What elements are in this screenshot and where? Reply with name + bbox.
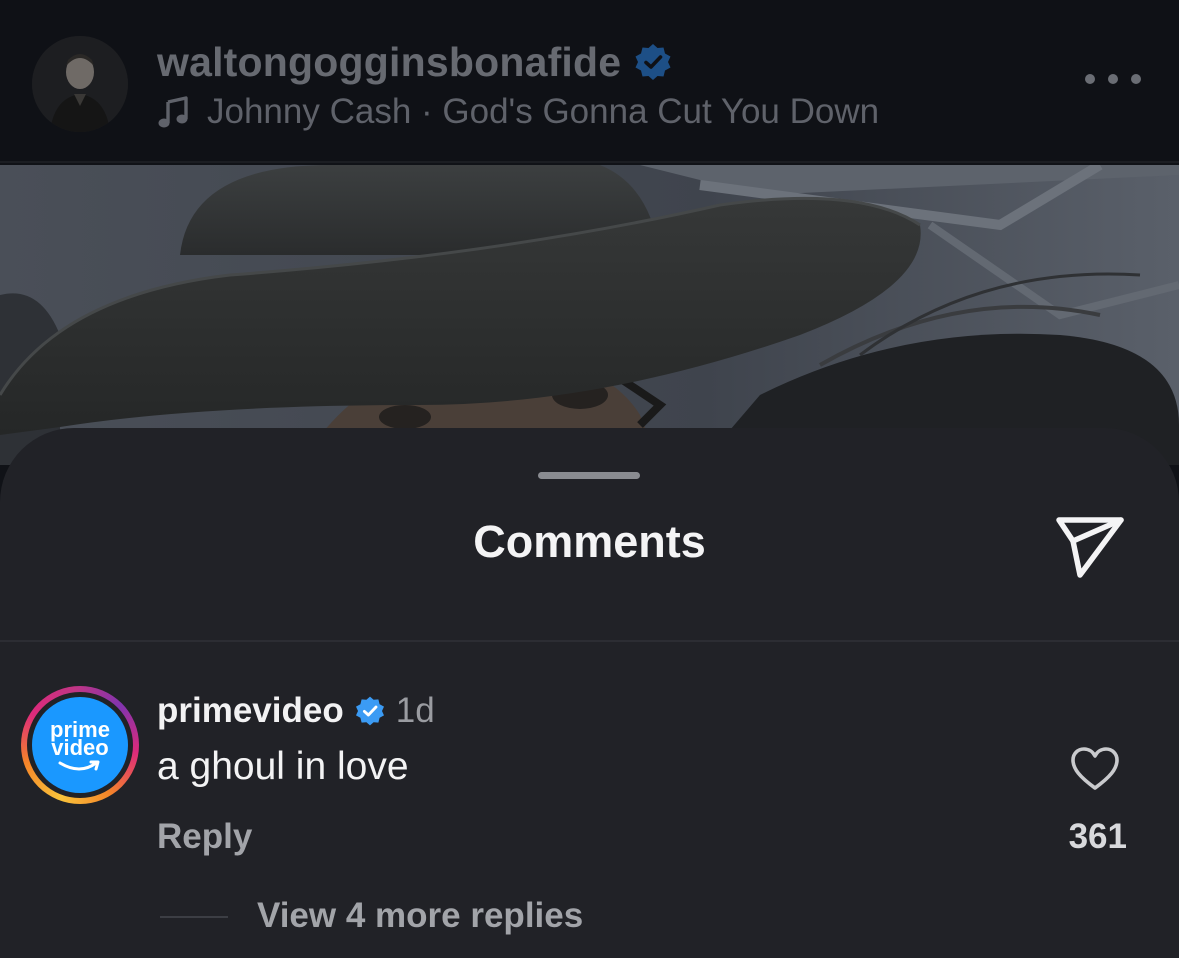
send-icon[interactable] <box>1054 514 1126 580</box>
smile-arrow-icon <box>58 760 100 771</box>
comment-meta: primevideo 1d <box>157 686 435 736</box>
poster-avatar[interactable] <box>32 36 128 132</box>
prime-video-logo: prime video <box>32 697 128 793</box>
sheet-divider <box>0 640 1179 642</box>
more-options-icon[interactable] <box>1085 66 1141 92</box>
like-count: 361 <box>1068 817 1127 856</box>
avatar-brand-line2: video <box>51 735 109 760</box>
comments-sheet: Comments prime video primevideo 1d a gho… <box>0 428 1179 958</box>
post-header: waltongogginsbonafide Johnny Cash · God'… <box>0 0 1179 163</box>
poster-username[interactable]: waltongogginsbonafide <box>157 39 621 86</box>
sheet-drag-handle[interactable] <box>538 472 640 479</box>
poster-username-row: waltongogginsbonafide <box>157 36 673 88</box>
replies-divider-line <box>160 916 228 918</box>
commenter-avatar[interactable]: prime video <box>21 686 139 804</box>
music-note-icon <box>158 96 188 128</box>
post-image[interactable] <box>0 165 1179 465</box>
comment-text: a ghoul in love <box>157 745 409 788</box>
screen: waltongogginsbonafide Johnny Cash · God'… <box>0 0 1179 958</box>
verified-badge-icon <box>635 44 671 80</box>
verified-badge-icon <box>355 696 384 726</box>
heart-icon[interactable] <box>1070 746 1120 792</box>
track-name: Johnny Cash · God's Gonna Cut You Down <box>207 92 880 131</box>
commenter-username[interactable]: primevideo <box>157 691 344 731</box>
reply-button[interactable]: Reply <box>157 817 252 857</box>
view-more-replies-button[interactable]: View 4 more replies <box>257 896 583 936</box>
comment-timestamp: 1d <box>395 691 435 730</box>
comments-title: Comments <box>473 516 706 567</box>
music-row[interactable]: Johnny Cash · God's Gonna Cut You Down <box>157 88 879 136</box>
